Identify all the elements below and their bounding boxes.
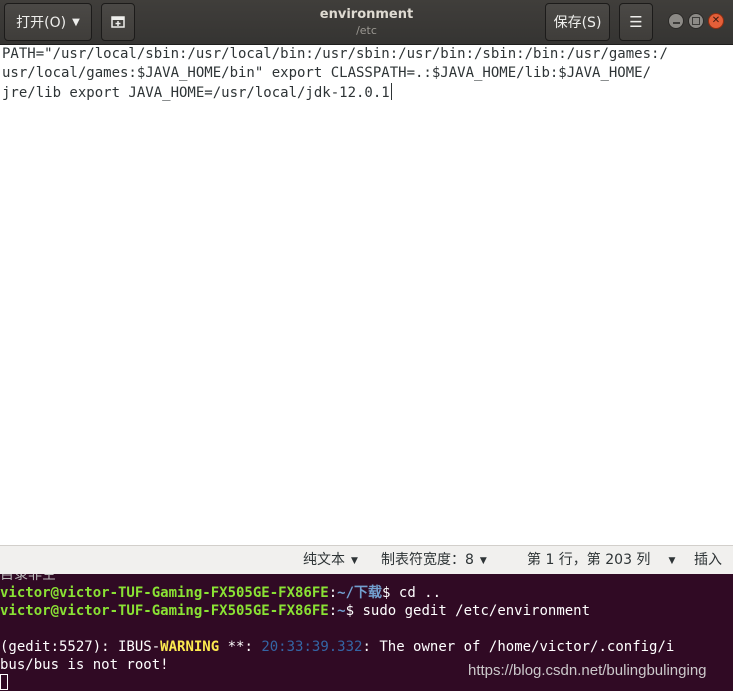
window-title: environment /etc: [230, 6, 503, 38]
chevron-down-icon: ▼: [668, 556, 676, 566]
close-icon: ✕: [711, 15, 721, 26]
terminal-command: $ cd ..: [382, 585, 442, 601]
tab-width-label: 制表符宽度：8: [381, 552, 474, 568]
cursor-position-label: 第 1 行，第 203 列: [527, 552, 651, 568]
chevron-down-icon: ▼: [479, 556, 487, 566]
warning-message-cont: bus/bus is not root!: [0, 657, 169, 673]
text-editor[interactable]: PATH="/usr/local/sbin:/usr/local/bin:/us…: [0, 45, 733, 545]
maximize-button[interactable]: [688, 13, 704, 29]
text-cursor: [390, 83, 392, 100]
hamburger-menu-button[interactable]: ☰: [619, 3, 653, 41]
status-bar: 纯文本 ▼ 制表符宽度：8 ▼ 第 1 行，第 203 列 ▼ 插入: [0, 545, 733, 574]
editor-content[interactable]: PATH="/usr/local/sbin:/usr/local/bin:/us…: [2, 45, 731, 103]
prompt-path: ~/下载: [337, 585, 383, 601]
save-button[interactable]: 保存(S): [545, 3, 610, 41]
maximize-icon: [692, 17, 700, 25]
terminal-partial-line: 目录非空: [0, 574, 56, 583]
warning-separator: **:: [219, 639, 262, 655]
chevron-down-icon: ▼: [72, 16, 80, 28]
prompt-user: victor@victor-TUF-Gaming-FX505GE-FX86FE: [0, 585, 329, 601]
warning-timestamp: 20:33:39.332: [261, 639, 363, 655]
editor-line: usr/local/games:$JAVA_HOME/bin" export C…: [2, 65, 652, 81]
cursor-position-selector[interactable]: 第 1 行，第 203 列 ▼: [527, 551, 675, 570]
close-button[interactable]: ✕: [708, 13, 724, 29]
new-document-icon: [111, 16, 125, 28]
tab-width-selector[interactable]: 制表符宽度：8 ▼: [381, 551, 487, 570]
document-path: /etc: [356, 24, 377, 37]
editor-line: PATH="/usr/local/sbin:/usr/local/bin:/us…: [2, 46, 668, 62]
open-button-label: 打开(O): [16, 15, 67, 31]
warning-message: : The owner of /home/victor/.config/i: [362, 639, 675, 655]
prompt-user: victor@victor-TUF-Gaming-FX505GE-FX86FE: [0, 603, 329, 619]
terminal-cursor: [0, 674, 8, 690]
terminal-window[interactable]: 目录非空 victor@victor-TUF-Gaming-FX505GE-FX…: [0, 574, 733, 691]
editor-line: jre/lib export JAVA_HOME=/usr/local/jdk-…: [2, 85, 390, 101]
warning-label: WARNING: [160, 639, 220, 655]
chevron-down-icon: ▼: [351, 556, 358, 566]
prompt-path: ~: [337, 603, 346, 619]
insert-mode-indicator: 插入: [694, 552, 722, 568]
minimize-button[interactable]: [668, 13, 684, 29]
syntax-label: 纯文本: [303, 552, 345, 568]
syntax-selector[interactable]: 纯文本 ▼: [303, 551, 358, 570]
minimize-icon: [672, 21, 680, 24]
document-title: environment: [319, 7, 414, 22]
warning-prefix: (gedit:5527): IBUS-: [0, 639, 161, 655]
menu-icon: ☰: [629, 13, 643, 31]
header-bar: 打开(O) ▼ environment /etc 保存(S) ☰ ✕: [0, 0, 733, 45]
open-button[interactable]: 打开(O) ▼: [4, 3, 92, 41]
terminal-command: $ sudo gedit /etc/environment: [345, 603, 591, 619]
new-document-button[interactable]: [101, 3, 135, 41]
watermark: https://blog.csdn.net/bulingbulinging: [468, 662, 707, 679]
